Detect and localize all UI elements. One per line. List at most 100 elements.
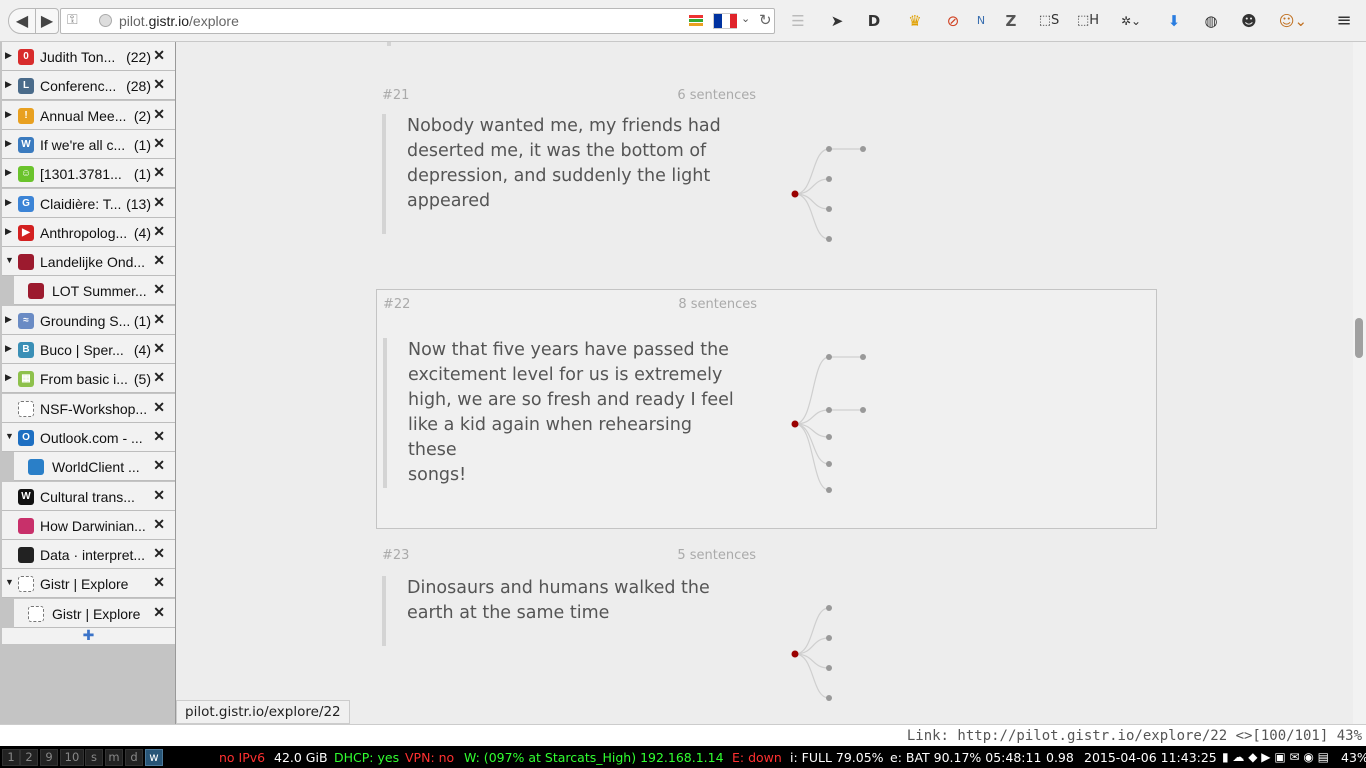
- crown-icon[interactable]: ♛: [904, 10, 926, 32]
- sidebar-tab[interactable]: ▶! Annual Mee... (2) ✕: [2, 100, 175, 130]
- close-icon[interactable]: ✕: [153, 311, 165, 328]
- collapsed-arrow-icon[interactable]: ▶: [5, 372, 12, 383]
- close-icon[interactable]: ✕: [153, 135, 165, 152]
- sidebar-tab[interactable]: ▼ O Outlook.com - ... ✕: [2, 422, 175, 452]
- workspace-button[interactable]: m: [105, 749, 123, 766]
- close-icon[interactable]: ✕: [153, 106, 165, 123]
- nb-icon[interactable]: N: [970, 10, 992, 32]
- story-entry[interactable]: #23 5 sentences Dinosaurs and humans walke…: [376, 542, 1157, 722]
- status-segment: 2015-04-06 11:43:25: [1084, 750, 1217, 765]
- new-tab-button[interactable]: ✚: [2, 628, 175, 644]
- url-text[interactable]: pilot.gistr.io/explore: [119, 13, 239, 29]
- h-frame-icon[interactable]: ⬚H: [1073, 10, 1103, 32]
- forward-button[interactable]: ▶: [35, 8, 59, 34]
- workspace-button[interactable]: d: [125, 749, 143, 766]
- collapsed-arrow-icon[interactable]: ▶: [5, 314, 12, 325]
- story-entry[interactable]: #21 6 sentences Nobody wanted me, my frien…: [376, 82, 1157, 272]
- chevron-down-icon[interactable]: ⌄: [741, 12, 750, 25]
- tab-title: Gistr | Explore: [52, 605, 141, 622]
- close-icon[interactable]: ✕: [153, 194, 165, 211]
- sidebar-tab[interactable]: ▶ W If we're all c... (1) ✕: [2, 129, 175, 159]
- workspace-button[interactable]: w: [145, 749, 163, 766]
- scrollbar[interactable]: [1353, 42, 1366, 724]
- close-icon[interactable]: ✕: [153, 252, 165, 269]
- close-icon[interactable]: ✕: [153, 369, 165, 386]
- collapsed-arrow-icon[interactable]: ▶: [5, 79, 12, 90]
- scrollbar-thumb[interactable]: [1355, 318, 1363, 358]
- command-line[interactable]: Link: http://pilot.gistr.io/explore/22 <…: [0, 724, 1366, 746]
- collapsed-arrow-icon[interactable]: ▶: [5, 197, 12, 208]
- workspace-button[interactable]: 9: [40, 749, 58, 766]
- sentence-count: 6 sentences: [677, 88, 756, 103]
- sidebar-tab[interactable]: ▶ ≈ Grounding S... (1) ✕: [2, 305, 175, 335]
- zotero-icon[interactable]: Z: [1000, 10, 1022, 32]
- color-bars-icon[interactable]: [689, 14, 703, 28]
- collapsed-arrow-icon[interactable]: ▶: [5, 343, 12, 354]
- sidebar-tab[interactable]: ▶ 0 Judith Ton... (22) ✕: [2, 42, 175, 71]
- sidebar-tab[interactable]: WorldClient ... ✕: [14, 452, 175, 482]
- close-icon[interactable]: ✕: [153, 516, 165, 533]
- collapsed-arrow-icon[interactable]: ▶: [5, 109, 12, 120]
- sidebar-tab[interactable]: W Cultural trans... ✕: [2, 481, 175, 511]
- rss-icon[interactable]: ☰: [787, 10, 809, 32]
- sidebar-tab[interactable]: How Darwinian... ✕: [2, 510, 175, 540]
- sidebar-tab[interactable]: NSF-Workshop... ✕: [2, 393, 175, 423]
- bug-dropdown-icon[interactable]: ✲⌄: [1115, 10, 1147, 32]
- tray-icons[interactable]: ▮ ☁ ◆ ▶ ▣ ✉ ◉ ▤: [1222, 750, 1337, 764]
- close-icon[interactable]: ✕: [153, 340, 165, 357]
- monkey-dropdown-icon[interactable]: ☺⌄: [1276, 10, 1310, 32]
- reload-icon[interactable]: ↻: [759, 11, 772, 29]
- close-icon[interactable]: ✕: [153, 281, 165, 298]
- close-icon[interactable]: ✕: [153, 223, 165, 240]
- sidebar-tab[interactable]: Data · interpret... ✕: [2, 540, 175, 570]
- tab-favicon: [18, 547, 34, 564]
- sidebar-tab[interactable]: ▶ ▦ From basic i... (5) ✕: [2, 364, 175, 394]
- sidebar-tab[interactable]: ▶ G Claidière: T... (13) ✕: [2, 188, 175, 218]
- close-icon[interactable]: ✕: [153, 164, 165, 181]
- workspace-button[interactable]: s: [85, 749, 103, 766]
- workspace-button[interactable]: 1: [2, 749, 20, 766]
- back-button[interactable]: ◀: [8, 8, 36, 34]
- workspace-button[interactable]: 10: [60, 749, 84, 766]
- tab-count: (1): [133, 166, 151, 183]
- url-bar[interactable]: ⚿ pilot.gistr.io/explore ⌄ ↻: [60, 8, 775, 34]
- collapsed-arrow-icon[interactable]: ▶: [5, 167, 12, 178]
- sidebar-tab[interactable]: ▶ ▶ Anthropolog... (4) ✕: [2, 217, 175, 247]
- flag-fr-icon[interactable]: [713, 13, 737, 29]
- collapsed-arrow-icon[interactable]: ▶: [5, 50, 12, 61]
- quote-line: like a kid again when rehearsing these: [408, 415, 692, 460]
- close-icon[interactable]: ✕: [153, 76, 165, 93]
- key-icon[interactable]: ⚿: [67, 12, 78, 28]
- block-icon[interactable]: ⊘: [942, 10, 964, 32]
- close-icon[interactable]: ✕: [153, 47, 165, 64]
- menu-icon[interactable]: ≡: [1333, 10, 1355, 32]
- close-icon[interactable]: ✕: [153, 457, 165, 474]
- download-icon[interactable]: ⬇: [1163, 10, 1185, 32]
- expanded-arrow-icon[interactable]: ▼: [5, 577, 14, 587]
- collapsed-arrow-icon[interactable]: ▶: [5, 138, 12, 149]
- sidebar-tab[interactable]: ▼ Gistr | Explore ✕: [2, 569, 175, 599]
- close-icon[interactable]: ✕: [153, 604, 165, 621]
- sidebar-tab[interactable]: ▼ Landelijke Ond... ✕: [2, 247, 175, 277]
- d-logo-icon[interactable]: D: [863, 10, 885, 32]
- close-icon[interactable]: ✕: [153, 574, 165, 591]
- sidebar-tab[interactable]: ▶ ☺ [1301.3781... (1) ✕: [2, 159, 175, 189]
- send-icon[interactable]: ➤: [826, 10, 848, 32]
- close-icon[interactable]: ✕: [153, 428, 165, 445]
- tab-favicon: ☺: [18, 166, 34, 183]
- sidebar-tab[interactable]: Gistr | Explore ✕: [14, 598, 175, 628]
- sidebar-tab[interactable]: ▶ B Buco | Sper... (4) ✕: [2, 335, 175, 364]
- story-entry[interactable]: #22 8 sentences Now that five years have p…: [376, 289, 1157, 529]
- collapsed-arrow-icon[interactable]: ▶: [5, 226, 12, 237]
- close-icon[interactable]: ✕: [153, 399, 165, 416]
- expanded-arrow-icon[interactable]: ▼: [5, 431, 14, 441]
- close-icon[interactable]: ✕: [153, 545, 165, 562]
- s-frame-icon[interactable]: ⬚S: [1035, 10, 1063, 32]
- close-icon[interactable]: ✕: [153, 487, 165, 504]
- expanded-arrow-icon[interactable]: ▼: [5, 255, 14, 265]
- chat-icon[interactable]: ☻: [1238, 10, 1260, 32]
- palette-icon[interactable]: ◍: [1200, 10, 1222, 32]
- sidebar-tab[interactable]: ▶ L Conferenc... (28) ✕: [2, 71, 175, 101]
- workspace-button[interactable]: 2: [20, 749, 38, 766]
- sidebar-tab[interactable]: LOT Summer... ✕: [14, 276, 175, 306]
